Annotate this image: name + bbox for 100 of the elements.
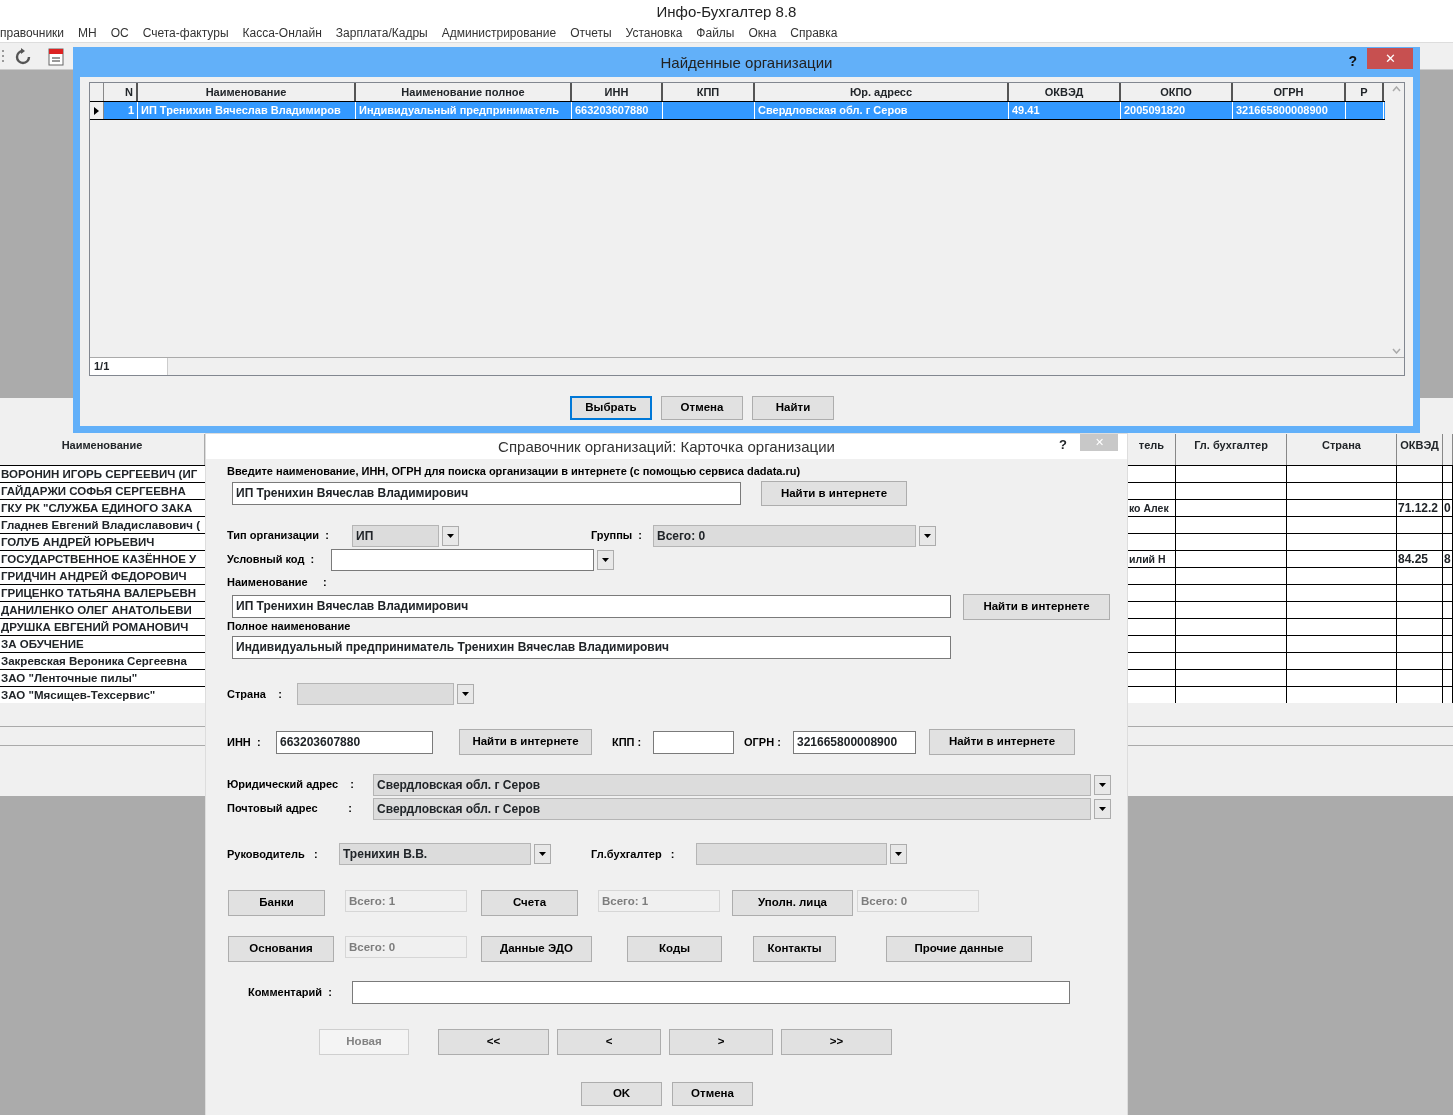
count-field: Всего: 0 (345, 936, 467, 958)
dropdown-button[interactable] (597, 549, 614, 570)
menu-item[interactable]: Зарплата/Кадры (335, 23, 428, 42)
dialog-button[interactable]: Отмена (672, 1082, 753, 1106)
menu-item[interactable]: Файлы (696, 23, 735, 42)
input-field[interactable]: 321665800008900 (793, 730, 916, 754)
table-cell: ДРУШКА ЕВГЕНИЙ РОМАНОВИЧ (0, 618, 205, 635)
table-cell: Закревская Вероника Сергеевна (0, 652, 205, 669)
column-header: Гл. бухгалтер (1176, 434, 1287, 465)
help-button[interactable]: ? (1348, 51, 1357, 72)
menu-item[interactable]: МН (78, 23, 97, 42)
dropdown-button[interactable] (919, 525, 936, 546)
dropdown-field[interactable]: Свердловская обл. г Серов (373, 773, 1091, 796)
search-button[interactable]: Найти в интернете (929, 729, 1075, 755)
table-cell: ГОСУДАРСТВЕННОЕ КАЗЁННОЕ У (0, 550, 205, 567)
section-button[interactable]: Прочие данные (886, 936, 1032, 962)
menu-item[interactable]: Установка (625, 23, 683, 42)
count-field: Всего: 1 (345, 890, 467, 912)
navigation-button[interactable]: >> (781, 1029, 892, 1055)
caret-icon (602, 557, 609, 562)
search-button[interactable]: Найти в интернете (963, 593, 1110, 620)
field-label: Страна : (227, 686, 283, 702)
dropdown-field[interactable]: Всего: 0 (653, 524, 916, 547)
table-cell: 663203607880 (572, 102, 663, 119)
search-button[interactable]: Найти в интернете (459, 729, 592, 755)
input-field[interactable] (653, 730, 734, 754)
section-button[interactable]: Банки (228, 890, 325, 916)
field-label: Гл.бухгалтер : (591, 846, 676, 862)
table-cell: 71.12.2 (1397, 500, 1443, 516)
dropdown-field[interactable]: ИП (352, 524, 439, 547)
table-cell: Гладнев Евгений Владиславович ( (0, 516, 205, 533)
count-field: Всего: 0 (857, 890, 979, 912)
input-field[interactable] (352, 980, 1070, 1004)
section-button[interactable]: Данные ЭДО (481, 936, 592, 962)
menu-item[interactable]: ОС (110, 23, 129, 42)
input-field[interactable]: ИП Тренихин Вячеслав Владимирович (232, 482, 741, 505)
table-cell: 321665800008900 (1233, 102, 1346, 119)
scroll-up-icon (1392, 86, 1401, 92)
input-field[interactable]: Индивидуальный предприниматель Тренихин Вячеслав Владимирович (232, 636, 951, 659)
table-cell: ДАНИЛЕНКО ОЛЕГ АНАТОЛЬЕВИ (0, 601, 205, 618)
dropdown-field[interactable] (696, 843, 887, 865)
dropdown-button[interactable] (1094, 798, 1111, 819)
section-button[interactable]: Счета (481, 890, 578, 916)
input-field[interactable]: ИП Тренихин Вячеслав Владимирович (232, 595, 951, 618)
search-button[interactable]: Найти в интернете (761, 481, 907, 506)
instruction-text: Введите наименование, ИНН, ОГРН для поиска организации в интернете (с помощью сервиса dadata.ru) (227, 463, 801, 479)
dropdown-button[interactable] (534, 844, 551, 864)
dropdown-button[interactable] (1094, 774, 1111, 795)
dropdown-field[interactable] (297, 683, 454, 705)
navigation-button[interactable]: << (438, 1029, 549, 1055)
help-button[interactable]: ? (1059, 435, 1067, 455)
field-label: Руководитель : (227, 846, 319, 862)
dropdown-button[interactable] (890, 844, 907, 864)
menu-item[interactable]: Справка (790, 23, 838, 42)
navigation-button[interactable]: > (669, 1029, 773, 1055)
toolbar-grip-icon (2, 49, 6, 63)
count-field: Всего: 1 (598, 890, 720, 912)
field-label: Группы : (591, 528, 643, 544)
dropdown-button[interactable] (442, 525, 459, 546)
table-cell: ЗА ОБУЧЕНИЕ (0, 635, 205, 652)
section-button[interactable]: Основания (228, 936, 334, 962)
section-button[interactable]: Контакты (753, 936, 836, 962)
table-cell: ГОЛУБ АНДРЕЙ ЮРЬЕВИЧ (0, 533, 205, 550)
menu-item[interactable]: Администрирование (441, 23, 557, 42)
table-cell: Индивидуальный предприниматель (356, 102, 572, 119)
dialog-button[interactable]: Найти (752, 396, 834, 420)
record-counter: 1/1 (90, 358, 168, 375)
dropdown-field[interactable]: Свердловская обл. г Серов (373, 797, 1091, 820)
dialog-button[interactable]: Выбрать (570, 396, 652, 420)
dropdown-field[interactable]: Тренихин В.В. (339, 843, 531, 865)
table-cell: ГАЙДАРЖИ СОФЬЯ СЕРГЕЕВНА (0, 482, 205, 499)
close-button[interactable]: ✕ (1367, 48, 1413, 69)
column-header: Наименование (61, 439, 143, 451)
menu-item[interactable]: Отчеты (570, 23, 612, 42)
table-cell: 2005091820 (1121, 102, 1233, 119)
section-button[interactable]: Коды (627, 936, 722, 962)
table-cell: 1 (104, 102, 138, 119)
table-cell: 8 (1443, 551, 1453, 567)
table-cell: ЗАО "Ленточные пилы" (0, 669, 205, 686)
menu-item[interactable]: Счета-фактуры (142, 23, 229, 42)
navigation-button[interactable]: < (557, 1029, 661, 1055)
scroll-down-icon (1392, 348, 1401, 354)
table-cell: ВОРОНИН ИГОРЬ СЕРГЕЕВИЧ (ИГ (0, 465, 205, 482)
dialog-title: Найденные организации (660, 53, 833, 74)
field-label: ИНН : (227, 734, 262, 750)
table-cell: ГКУ РК "СЛУЖБА ЕДИНОГО ЗАКА (0, 499, 205, 516)
input-field[interactable]: 663203607880 (276, 730, 433, 754)
dropdown-field[interactable] (331, 548, 594, 571)
row-pointer-icon (94, 106, 99, 115)
menu-item[interactable]: Касса-Онлайн (242, 23, 322, 42)
section-button[interactable]: Уполн. лица (732, 890, 853, 916)
dialog-button[interactable]: OK (581, 1082, 662, 1106)
dialog-button[interactable]: Отмена (661, 396, 743, 420)
menu-item[interactable]: правочники (0, 23, 65, 42)
menu-item[interactable]: Окна (748, 23, 777, 42)
dropdown-button[interactable] (457, 684, 474, 704)
caret-icon (1099, 782, 1106, 787)
table-cell: ЗАО "Мясищев-Техсервис" (0, 686, 205, 703)
field-label: Наименование : (227, 574, 328, 590)
table-cell: 0 (1443, 500, 1453, 516)
